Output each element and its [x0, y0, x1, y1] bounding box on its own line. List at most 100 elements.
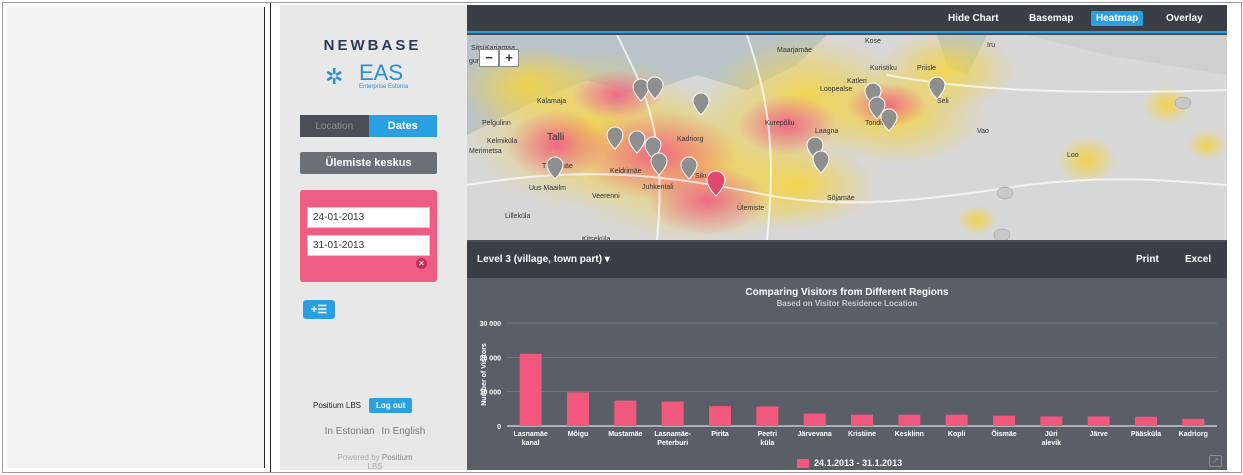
svg-text:Kadriorg: Kadriorg [677, 136, 704, 143]
chart-panel: Comparing Visitors from Different Region… [467, 278, 1227, 470]
basemap-button[interactable]: Basemap [1024, 11, 1078, 26]
svg-text:Merimetsa: Merimetsa [469, 148, 502, 155]
level-label: Level 3 (village, town part) [477, 254, 603, 265]
x-tick-label: alevik [1042, 440, 1062, 447]
date-from-input[interactable]: 24-01-2013 [307, 207, 430, 228]
x-tick-label: Kristiine [848, 431, 876, 438]
x-tick-label: küla [760, 440, 774, 447]
svg-text:Veerenni: Veerenni [592, 193, 620, 200]
x-tick-label: Kesklinn [895, 431, 924, 438]
svg-text:Katleri: Katleri [847, 78, 867, 85]
svg-text:Kose: Kose [865, 38, 881, 45]
bar[interactable] [519, 353, 542, 426]
svg-text:Lilleküla: Lilleküla [505, 213, 530, 220]
lang-estonian-link[interactable]: In Estonian [325, 426, 375, 437]
y-axis-label: Number of Visitors [481, 343, 488, 406]
clear-date-icon[interactable]: ✕ [416, 258, 427, 269]
lang-english-link[interactable]: In English [381, 426, 425, 437]
svg-text:Kelmiküla: Kelmiküla [487, 138, 517, 145]
svg-text:Uus Maailm: Uus Maailm [529, 185, 566, 192]
svg-text:Sõjamäe: Sõjamäe [827, 195, 855, 202]
eas-logo-subtitle: Enterprise Estonia [359, 84, 409, 90]
powered-suffix: LBS [367, 462, 383, 471]
bar[interactable] [803, 413, 826, 426]
heatmap-map[interactable]: MaarjamäeKoseSitsiKarjamaa gurannaKatler… [467, 35, 1227, 240]
divider [270, 3, 271, 472]
legend-swatch [797, 458, 809, 468]
y-tick-label: 30 000 [480, 321, 502, 328]
x-tick-label: Lasnamäe- [654, 431, 691, 438]
x-tick-label: Peetri [758, 431, 778, 438]
bar[interactable] [1182, 418, 1205, 426]
mode-toggle: Location Dates [300, 115, 437, 137]
hide-chart-button[interactable]: Hide Chart [943, 11, 1004, 26]
svg-text:Kitseküla: Kitseküla [582, 236, 611, 240]
bar[interactable] [851, 414, 873, 426]
svg-text:Juhkentali: Juhkentali [642, 184, 674, 191]
main-panel: Hide Chart Basemap Heatmap Overlay Maarj… [467, 5, 1227, 470]
powered-prefix: Powered by [337, 453, 380, 462]
page-frame: NEWBASE ✲ EAS Enterprise Estonia Locatio… [0, 0, 1243, 475]
x-tick-label: Mustamäe [608, 431, 642, 438]
svg-text:Keldrimäe: Keldrimäe [610, 168, 642, 175]
x-tick-label: Järvevana [798, 431, 832, 438]
x-tick-label: Peterburi [657, 440, 688, 447]
x-tick-label: Jüri [1045, 431, 1058, 438]
svg-text:Loo: Loo [1067, 152, 1079, 159]
svg-text:Priisle: Priisle [917, 65, 936, 72]
svg-text:Vao: Vao [977, 128, 989, 135]
svg-text:Laagna: Laagna [815, 128, 838, 135]
map-canvas: MaarjamäeKoseSitsiKarjamaa gurannaKatler… [467, 35, 1227, 240]
sidebar: NEWBASE ✲ EAS Enterprise Estonia Locatio… [280, 5, 467, 471]
x-tick-label: kanal [522, 440, 540, 447]
x-tick-label: Kadriorg [1179, 431, 1208, 438]
level-bar: Level 3 (village, town part) ▾ Print Exc… [467, 242, 1227, 278]
powered-by: Powered by Positium LBS [300, 453, 450, 471]
app: NEWBASE ✲ EAS Enterprise Estonia Locatio… [280, 5, 1227, 471]
zoom-in-button[interactable]: + [499, 49, 519, 67]
tab-location[interactable]: Location [300, 115, 369, 137]
bar[interactable] [945, 414, 968, 426]
eas-emblem-icon: ✲ [325, 64, 344, 89]
svg-text:Loopealse: Loopealse [820, 86, 852, 93]
svg-text:Talli: Talli [547, 132, 564, 143]
y-tick-label: 0 [497, 424, 501, 431]
bar[interactable] [567, 392, 589, 426]
date-range-panel: 24-01-2013 31-01-2013 ✕ [300, 190, 437, 282]
language-links: In Estonian In English [300, 426, 450, 437]
x-tick-label: Mõigu [568, 431, 589, 438]
bar[interactable] [1040, 416, 1063, 426]
bar[interactable] [898, 414, 921, 426]
bar[interactable] [709, 406, 731, 426]
x-tick-label: Järve [1090, 431, 1108, 438]
svg-text:Seli: Seli [937, 98, 949, 105]
powered-brand[interactable]: Positium [382, 453, 413, 462]
bar[interactable] [1087, 416, 1110, 426]
print-button[interactable]: Print [1136, 254, 1159, 265]
svg-text:Pelgulinn: Pelgulinn [482, 120, 511, 127]
add-list-button[interactable]: +☰ [303, 300, 335, 319]
svg-text:Kalamaja: Kalamaja [537, 98, 566, 105]
excel-button[interactable]: Excel [1185, 254, 1211, 265]
bar[interactable] [1135, 416, 1157, 426]
chart-legend[interactable]: 24.1.2013 - 31.1.2013 [797, 458, 902, 468]
overlay-button[interactable]: Overlay [1161, 11, 1208, 26]
svg-text:Kurepõllu: Kurepõllu [765, 120, 795, 127]
heatmap-button[interactable]: Heatmap [1091, 11, 1144, 26]
x-tick-label: Õismäe [991, 429, 1016, 438]
level-dropdown[interactable]: Level 3 (village, town part) ▾ [477, 254, 610, 265]
tab-dates[interactable]: Dates [368, 115, 437, 137]
bar[interactable] [993, 415, 1015, 426]
date-to-input[interactable]: 31-01-2013 [307, 235, 430, 256]
user-name: Positium LBS [313, 400, 362, 410]
x-tick-label: Pirita [711, 431, 729, 438]
zoom-out-button[interactable]: − [479, 49, 499, 67]
logout-button[interactable]: Log out [369, 397, 413, 413]
bar[interactable] [614, 400, 637, 426]
export-icon[interactable]: ↗ [1209, 455, 1222, 467]
bar[interactable] [756, 406, 779, 426]
region-button[interactable]: Ülemiste keskus [300, 152, 437, 174]
top-toolbar: Hide Chart Basemap Heatmap Overlay [467, 5, 1227, 33]
bar[interactable] [661, 401, 684, 426]
bar-chart: 010 00020 00030 000Number of VisitorsLas… [480, 321, 1217, 447]
